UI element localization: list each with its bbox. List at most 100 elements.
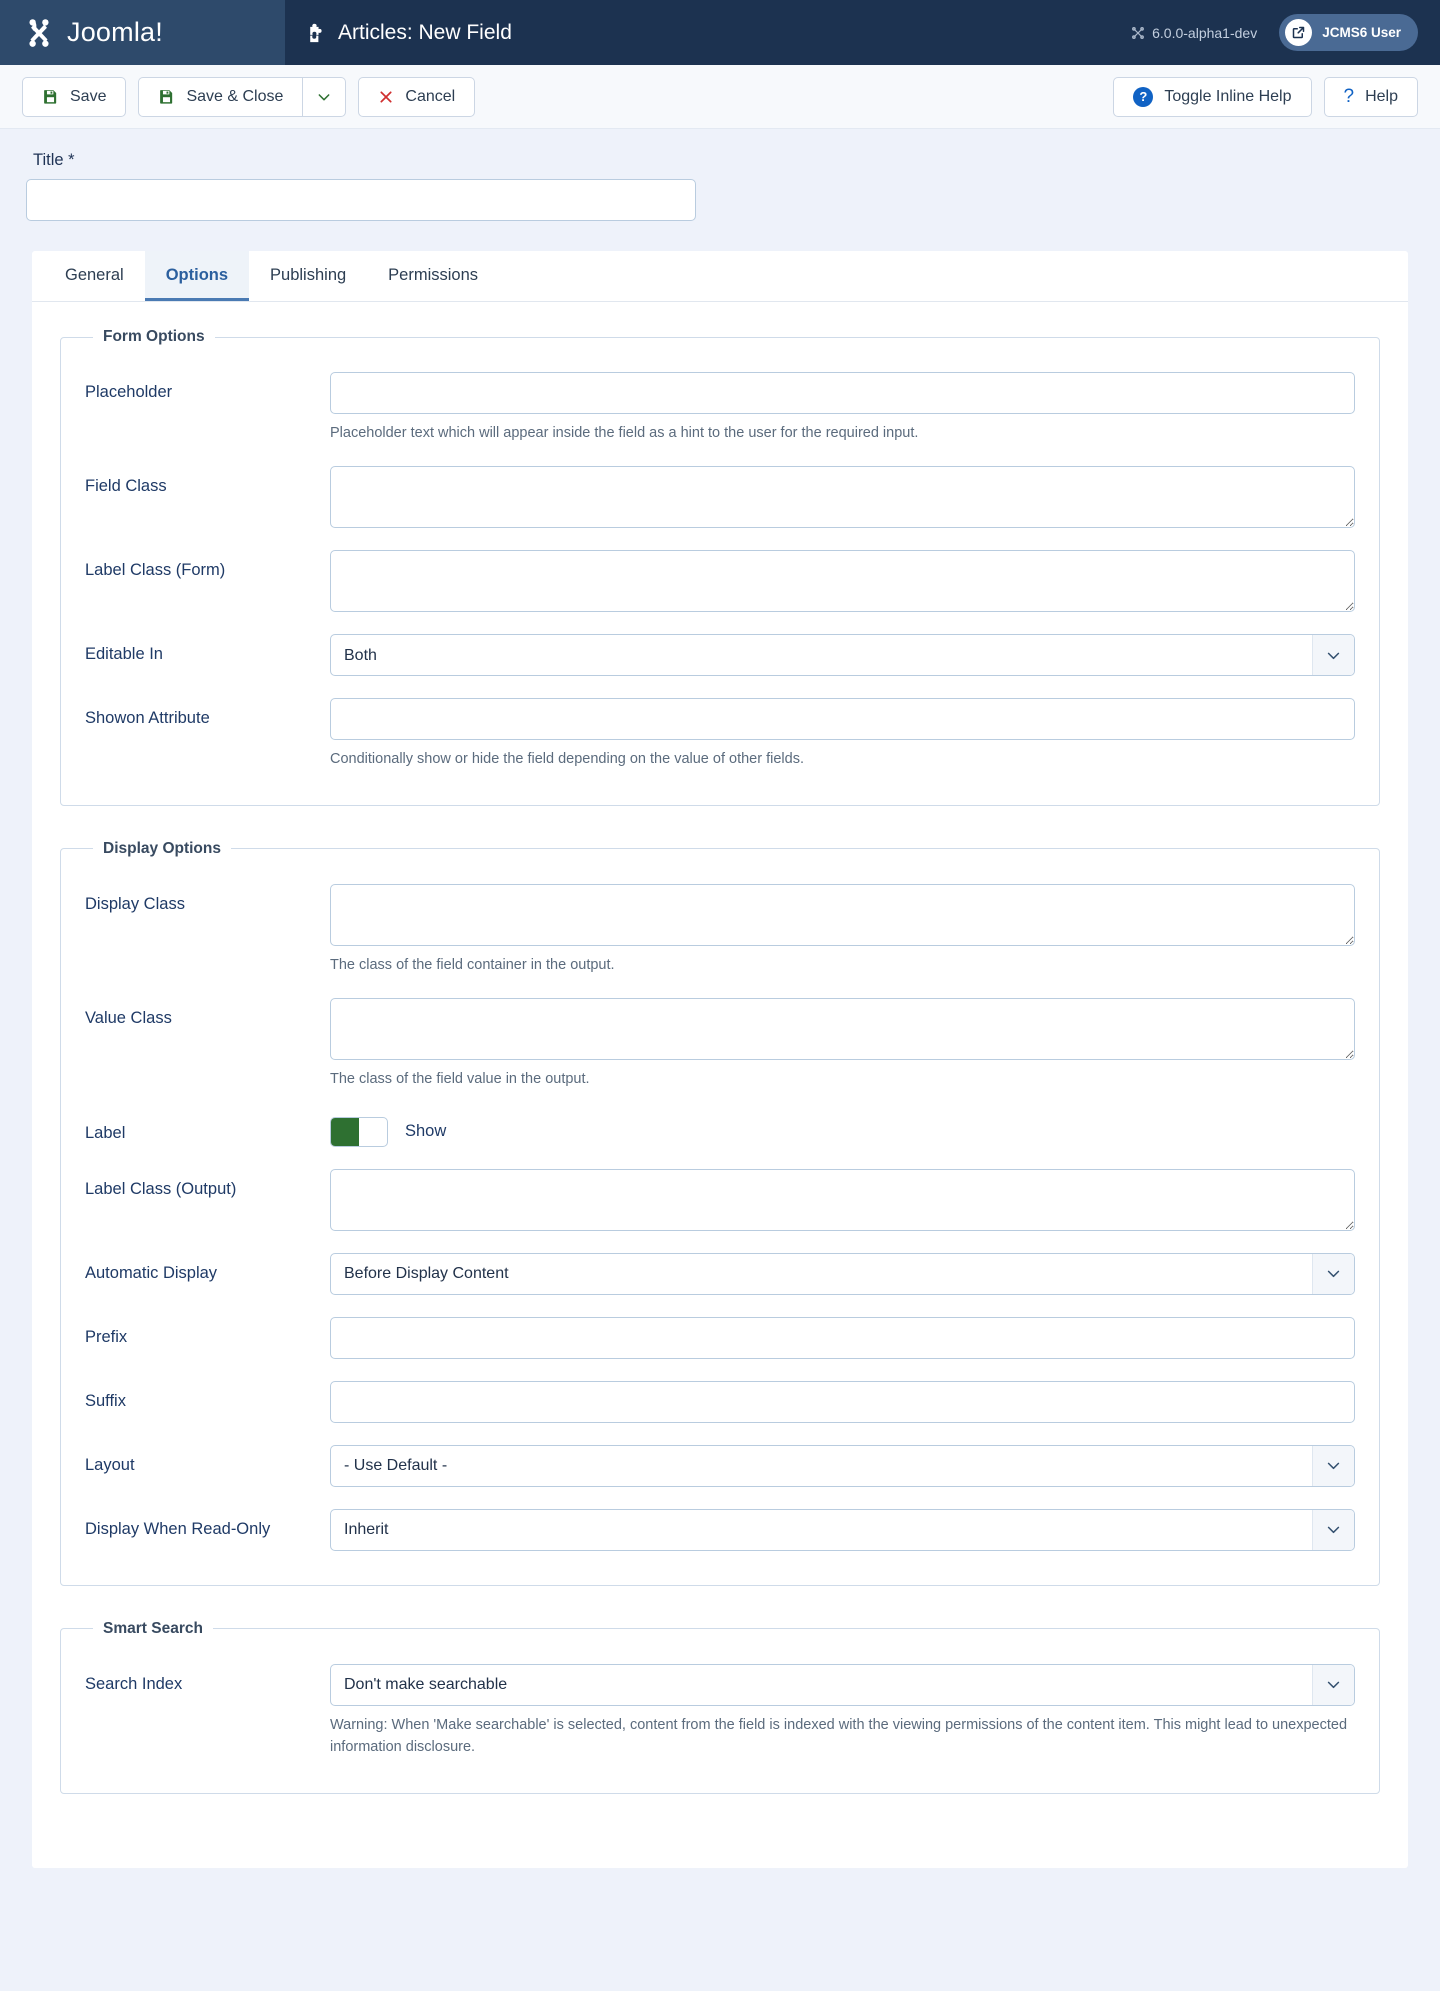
row-label-class-form: Label Class (Form) bbox=[85, 538, 1355, 622]
page-title-wrap: Articles: New Field bbox=[305, 21, 512, 45]
suffix-label: Suffix bbox=[85, 1391, 126, 1410]
layout-label: Layout bbox=[85, 1455, 135, 1474]
cancel-button[interactable]: Cancel bbox=[358, 76, 476, 117]
title-input[interactable] bbox=[26, 179, 696, 221]
placeholder-input[interactable] bbox=[330, 372, 1355, 414]
layout-select[interactable]: - Use Default - bbox=[330, 1444, 1355, 1487]
help-button-label: Help bbox=[1365, 87, 1398, 105]
tab-permissions[interactable]: Permissions bbox=[367, 251, 499, 301]
cancel-button-label: Cancel bbox=[405, 87, 456, 105]
row-suffix: Suffix bbox=[85, 1369, 1355, 1433]
label-class-form-textarea[interactable] bbox=[330, 550, 1355, 613]
version-label: 6.0.0-alpha1-dev bbox=[1152, 24, 1258, 41]
editable-in-select[interactable]: Both bbox=[330, 634, 1355, 677]
row-value-class: Value Class The class of the field value… bbox=[85, 986, 1355, 1100]
toolbar-left-group: Save Save & Close Cancel bbox=[22, 76, 476, 117]
page-title: Articles: New Field bbox=[338, 20, 512, 44]
toggle-off-half bbox=[359, 1118, 387, 1146]
save-disk-icon bbox=[42, 88, 59, 105]
puzzle-piece-icon bbox=[305, 22, 327, 44]
form-options-legend: Form Options bbox=[103, 328, 205, 345]
placeholder-hint: Placeholder text which will appear insid… bbox=[330, 425, 919, 441]
smart-search-legend: Smart Search bbox=[103, 1619, 203, 1637]
editable-in-label: Editable In bbox=[85, 645, 163, 664]
automatic-display-select[interactable]: Before Display Content bbox=[330, 1252, 1355, 1295]
display-class-textarea[interactable] bbox=[330, 883, 1355, 946]
row-showon-attribute: Showon Attribute Conditionally show or h… bbox=[85, 686, 1355, 780]
brand-name: Joomla! bbox=[67, 17, 163, 47]
value-class-hint: The class of the field value in the outp… bbox=[330, 1071, 590, 1088]
prefix-label: Prefix bbox=[85, 1327, 128, 1346]
label-show-toggle[interactable] bbox=[330, 1116, 388, 1147]
row-label-class-output: Label Class (Output) bbox=[85, 1157, 1355, 1241]
header-right: 6.0.0-alpha1-dev JCMS6 User bbox=[1131, 14, 1418, 51]
tab-options[interactable]: Options bbox=[144, 251, 250, 301]
display-when-read-only-select[interactable]: Inherit bbox=[330, 1508, 1355, 1551]
close-x-icon bbox=[378, 89, 394, 105]
save-and-close-label: Save & Close bbox=[186, 87, 284, 105]
showon-attribute-input[interactable] bbox=[330, 698, 1355, 741]
row-display-class: Display Class The class of the field con… bbox=[85, 872, 1355, 986]
brand-logo[interactable]: Joomla! bbox=[22, 16, 163, 50]
field-class-textarea[interactable] bbox=[330, 466, 1355, 529]
tab-general[interactable]: General bbox=[44, 251, 145, 301]
row-placeholder: Placeholder Placeholder text which will … bbox=[85, 360, 1355, 454]
row-field-class: Field Class bbox=[85, 454, 1355, 538]
title-field-label: Title * bbox=[33, 151, 75, 169]
info-circle-icon: ? bbox=[1133, 86, 1154, 107]
options-tab-panel: Form Options Placeholder Placeholder tex… bbox=[32, 302, 1408, 1794]
value-class-textarea[interactable] bbox=[330, 998, 1355, 1061]
help-button[interactable]: ? Help bbox=[1323, 76, 1418, 117]
row-display-when-read-only: Display When Read-Only Inherit bbox=[85, 1497, 1355, 1561]
row-label-toggle: Label Show bbox=[85, 1101, 1355, 1157]
display-class-hint: The class of the field container in the … bbox=[330, 956, 615, 973]
display-options-fieldset: Display Options Display Class The class … bbox=[60, 839, 1380, 1586]
header-main: Articles: New Field 6.0.0-alpha1-dev JCM… bbox=[285, 0, 1440, 65]
label-toggle-state-text: Show bbox=[405, 1122, 447, 1141]
row-search-index: Search Index Don't make searchable Warni… bbox=[85, 1652, 1355, 1769]
editor-tabs: General Options Publishing Permissions bbox=[32, 251, 1408, 302]
field-class-label: Field Class bbox=[85, 477, 167, 496]
display-class-label: Display Class bbox=[85, 894, 185, 913]
title-field-block: Title * bbox=[26, 151, 1414, 221]
save-button[interactable]: Save bbox=[22, 76, 127, 117]
save-button-label: Save bbox=[70, 87, 107, 105]
toolbar-right-group: ? Toggle Inline Help ? Help bbox=[1113, 76, 1418, 117]
admin-header: Joomla! Articles: New Field 6.0.0-alpha1… bbox=[0, 0, 1440, 65]
page-content: Title * General Options Publishing Permi… bbox=[0, 129, 1440, 1868]
prefix-input[interactable] bbox=[330, 1316, 1355, 1359]
joomla-mark-icon bbox=[1131, 26, 1145, 40]
question-mark-icon: ? bbox=[1343, 85, 1355, 107]
automatic-display-label: Automatic Display bbox=[85, 1263, 218, 1282]
value-class-label: Value Class bbox=[85, 1009, 172, 1028]
field-editor-panel: General Options Publishing Permissions F… bbox=[32, 251, 1408, 1868]
toggle-on-half bbox=[331, 1117, 359, 1146]
version-indicator: 6.0.0-alpha1-dev bbox=[1131, 25, 1257, 41]
display-options-legend: Display Options bbox=[103, 839, 221, 857]
brand-area[interactable]: Joomla! bbox=[0, 0, 285, 65]
toggle-inline-help-label: Toggle Inline Help bbox=[1164, 87, 1292, 105]
tab-publishing[interactable]: Publishing bbox=[249, 251, 367, 301]
editor-toolbar: Save Save & Close Cancel ? Toggle Inline… bbox=[0, 65, 1440, 129]
save-close-group: Save & Close bbox=[138, 76, 347, 117]
chevron-down-icon bbox=[316, 89, 332, 105]
user-menu-button[interactable]: JCMS6 User bbox=[1279, 14, 1418, 51]
toggle-inline-help-button[interactable]: ? Toggle Inline Help bbox=[1113, 76, 1312, 117]
form-options-fieldset: Form Options Placeholder Placeholder tex… bbox=[60, 328, 1380, 806]
showon-attribute-hint: Conditionally show or hide the field dep… bbox=[330, 751, 804, 768]
showon-attribute-label: Showon Attribute bbox=[85, 709, 210, 728]
display-when-read-only-label: Display When Read-Only bbox=[85, 1519, 271, 1538]
label-class-form-label: Label Class (Form) bbox=[85, 561, 226, 580]
label-class-output-label: Label Class (Output) bbox=[85, 1179, 237, 1198]
smart-search-fieldset: Smart Search Search Index Don't make sea… bbox=[60, 1619, 1380, 1794]
save-and-close-button[interactable]: Save & Close bbox=[138, 76, 303, 117]
row-editable-in: Editable In Both bbox=[85, 622, 1355, 686]
save-disk-icon bbox=[158, 88, 175, 105]
save-dropdown-toggle[interactable] bbox=[302, 76, 347, 117]
row-automatic-display: Automatic Display Before Display Content bbox=[85, 1241, 1355, 1305]
suffix-input[interactable] bbox=[330, 1380, 1355, 1423]
search-index-select[interactable]: Don't make searchable bbox=[330, 1663, 1355, 1706]
label-class-output-textarea[interactable] bbox=[330, 1168, 1355, 1231]
label-toggle-label: Label bbox=[85, 1123, 126, 1142]
user-name: JCMS6 User bbox=[1322, 25, 1401, 40]
